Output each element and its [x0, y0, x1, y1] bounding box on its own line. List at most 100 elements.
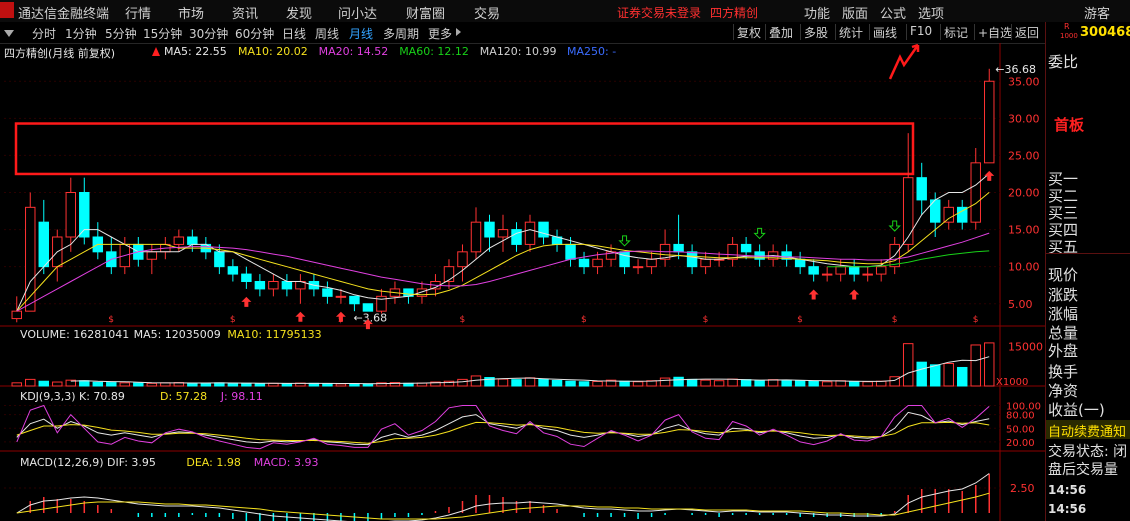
candle	[497, 229, 509, 238]
menu-bar: 通达信金融终端 行情 市场 资讯 发现 问小达 财富圈 交易 证券交易未登录 四…	[0, 0, 1130, 23]
btn-back[interactable]: 返回	[1011, 24, 1039, 40]
menu-item-discover[interactable]: 发现	[286, 3, 312, 22]
btn-overlay[interactable]: 叠加	[765, 24, 793, 40]
candle	[11, 310, 22, 320]
menu-options[interactable]: 选项	[918, 3, 944, 22]
menu-item-news[interactable]: 资讯	[232, 3, 258, 22]
candle	[862, 273, 873, 276]
candle	[943, 206, 954, 223]
volume-bar	[187, 382, 198, 387]
y-tick-label: 2.50	[1010, 482, 1035, 495]
period-tab-30min[interactable]: 30分钟	[189, 25, 228, 42]
volume-bar	[916, 361, 927, 387]
period-tab-week[interactable]: 周线	[315, 25, 339, 42]
label-turnover: 换手	[1048, 363, 1079, 381]
y-tick-label: 100.00	[1006, 402, 1041, 413]
period-tab-more[interactable]: 更多	[428, 25, 452, 42]
candle	[835, 266, 846, 275]
menu-formula[interactable]: 公式	[880, 3, 906, 22]
y-tick-label: 10.00	[1008, 261, 1040, 274]
ma-line-ma60	[827, 250, 990, 268]
volume-bar	[821, 381, 833, 387]
volume-bar	[929, 364, 941, 387]
volume-bar	[943, 363, 954, 387]
volume-bar	[794, 380, 806, 387]
candle	[970, 162, 981, 223]
volume-bar	[902, 343, 914, 387]
y-tick-label: 20.00	[1006, 438, 1035, 449]
menu-item-wealth[interactable]: 财富圈	[406, 3, 445, 22]
kdj-line-j	[16, 404, 990, 450]
more-arrow-icon[interactable]	[456, 28, 461, 36]
period-tab-month[interactable]: 月线	[349, 25, 373, 42]
buy-signal-icon	[849, 289, 860, 300]
period-tab-5min[interactable]: 5分钟	[105, 25, 137, 42]
label-net-asset: 净资	[1048, 382, 1079, 400]
buy-signal-icon	[984, 170, 995, 181]
login-notice[interactable]: 证券交易未登录	[617, 4, 701, 21]
volume-bar	[25, 378, 36, 387]
candle	[349, 295, 360, 305]
btn-f10[interactable]: F10	[906, 24, 932, 40]
volume-bar	[619, 380, 630, 387]
menu-item-market[interactable]: 行情	[125, 3, 151, 22]
quote-panel: R 1000 300468 委比 首板 买一 买二 买三 买四 买五 现价 涨跌…	[1045, 22, 1130, 521]
period-tab-day[interactable]: 日线	[282, 25, 306, 42]
auto-renew-notice[interactable]: 自动续费通知	[1046, 420, 1130, 439]
menu-layout[interactable]: 版面	[842, 3, 868, 22]
buy-signal-icon	[295, 311, 306, 322]
candle	[673, 243, 684, 253]
y-tick-label: 15.00	[1008, 224, 1040, 237]
dropdown-icon[interactable]	[4, 30, 14, 37]
menu-item-trade[interactable]: 交易	[474, 3, 500, 22]
period-tab-60min[interactable]: 60分钟	[235, 25, 274, 42]
kline-chart[interactable]: 5.00 10.00 15.00 20.00 25.00 30.00 35.00←36.68…	[0, 43, 1045, 521]
tick-time-1: 14:56	[1048, 483, 1087, 497]
volume-bar	[119, 382, 131, 387]
period-tab-multi[interactable]: 多周期	[383, 25, 419, 42]
candle	[619, 251, 630, 268]
y-tick-label: 20.00	[1008, 187, 1040, 200]
tick-time-2: 14:56	[1048, 502, 1087, 516]
btn-draw[interactable]: 画线	[869, 24, 897, 40]
app-logo-icon	[0, 2, 14, 18]
btn-mark[interactable]: 标记	[940, 24, 968, 40]
period-toolbar: 分时 1分钟 5分钟 15分钟 30分钟 60分钟 日线 周线 月线 多周期 更…	[0, 22, 1045, 44]
period-tab-15min[interactable]: 15分钟	[143, 25, 182, 42]
btn-stats[interactable]: 统计	[835, 24, 863, 40]
code-badge-bottom: 1000	[1060, 32, 1078, 40]
y-tick-label: 35.00	[1008, 75, 1040, 88]
auto-renew-text: 自动续费通知	[1048, 425, 1127, 439]
candle	[821, 273, 833, 276]
period-tab-1min[interactable]: 1分钟	[65, 25, 97, 42]
code-badge-top: R	[1064, 22, 1070, 31]
btn-adjust[interactable]: 复权	[733, 24, 761, 40]
trade-status: 交易状态: 闭	[1048, 444, 1128, 460]
highlight-box	[14, 122, 915, 176]
volume-bar	[538, 378, 549, 387]
dividend-marker: $	[459, 315, 465, 325]
menu-function[interactable]: 功能	[804, 3, 830, 22]
y-tick-label: 50.00	[1006, 424, 1035, 435]
volume-bar	[38, 380, 49, 387]
y-tick-label: 30.00	[1008, 112, 1040, 125]
btn-add-watch[interactable]: +自选	[974, 24, 1012, 40]
stock-code-bar: R 1000 300468	[1046, 23, 1130, 41]
guest-login[interactable]: 游客	[1084, 3, 1110, 22]
volume-bar	[984, 342, 995, 387]
top-stock-name: 四方精创	[710, 6, 759, 20]
volume-bar	[848, 381, 860, 387]
menu-item-ask[interactable]: 问小达	[338, 3, 377, 22]
volume-bar	[524, 377, 536, 387]
candle	[187, 236, 198, 245]
label-outer-volume: 外盘	[1048, 342, 1079, 360]
candle	[38, 221, 49, 268]
candle	[700, 258, 711, 268]
high-label: ←36.68	[995, 63, 1036, 76]
period-tab-intraday[interactable]: 分时	[32, 25, 56, 42]
menu-item-markets[interactable]: 市场	[178, 3, 204, 22]
volume-bar	[268, 382, 279, 387]
btn-multi-stock[interactable]: 多股	[800, 24, 828, 40]
volume-bar	[457, 378, 468, 387]
volume-unit: X1000	[996, 377, 1028, 388]
